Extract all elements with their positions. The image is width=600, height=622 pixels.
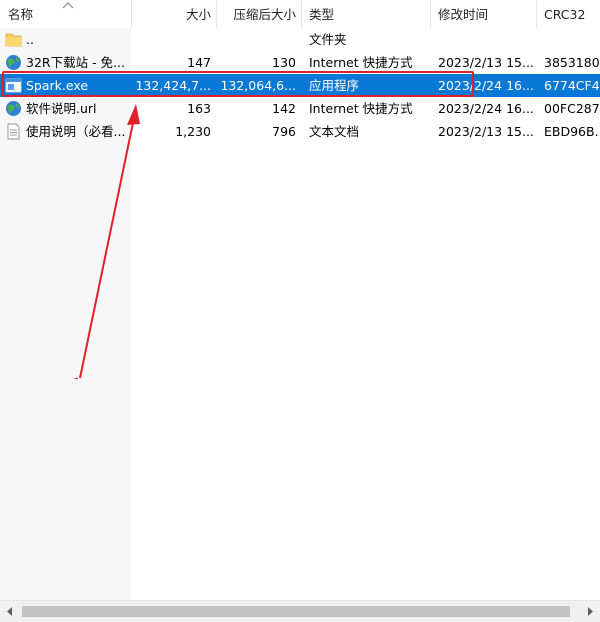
file-packed-size: 142 — [272, 101, 296, 116]
archive-file-list: 名称 大小 压缩后大小 类型 修改时间 CRC32 .. 文件夹 32R下载站 … — [0, 0, 600, 622]
column-divider[interactable] — [430, 0, 431, 28]
file-size: 163 — [187, 101, 211, 116]
sort-ascending-icon — [62, 2, 74, 9]
column-header-crc32[interactable]: CRC32 — [540, 0, 600, 28]
annotation-mark: - — [74, 371, 79, 386]
file-size: 1,230 — [175, 124, 211, 139]
file-crc32: 6774CF4 — [544, 78, 600, 93]
scroll-left-icon[interactable] — [0, 601, 20, 622]
list-item[interactable]: 使用说明（必看... 1,230 796 文本文档 2023/2/13 15..… — [0, 120, 600, 143]
list-item-parent-folder[interactable]: .. 文件夹 — [0, 28, 600, 51]
folder-icon — [5, 33, 22, 47]
list-item[interactable]: 软件说明.url 163 142 Internet 快捷方式 2023/2/24… — [0, 97, 600, 120]
column-header-name[interactable]: 名称 — [4, 0, 64, 28]
file-name: 使用说明（必看... — [26, 124, 126, 139]
file-crc32: 3853180 — [544, 55, 600, 70]
file-crc32: EBD96B. — [544, 124, 599, 139]
column-header-modified[interactable]: 修改时间 — [434, 0, 534, 28]
highlight-box — [2, 71, 474, 97]
file-modified: 2023/2/24 16... — [438, 101, 534, 116]
file-type: Internet 快捷方式 — [309, 101, 413, 116]
file-type: 文件夹 — [309, 32, 347, 47]
scroll-right-icon[interactable] — [580, 601, 600, 622]
column-header: 名称 大小 压缩后大小 类型 修改时间 CRC32 — [0, 0, 600, 28]
file-modified: 2023/2/13 15... — [438, 124, 534, 139]
globe-icon — [6, 55, 21, 70]
scrollbar-thumb[interactable] — [22, 606, 570, 617]
column-divider[interactable] — [301, 0, 302, 28]
file-name: 软件说明.url — [26, 101, 97, 116]
column-divider[interactable] — [536, 0, 537, 28]
horizontal-scrollbar[interactable] — [0, 600, 600, 622]
column-header-packed-size[interactable]: 压缩后大小 — [216, 0, 300, 28]
globe-icon — [6, 101, 21, 116]
column-header-size[interactable]: 大小 — [131, 0, 215, 28]
file-crc32: 00FC287 — [544, 101, 600, 116]
text-file-icon — [7, 123, 20, 140]
file-name: .. — [26, 32, 34, 47]
file-type: 文本文档 — [309, 124, 360, 139]
file-packed-size: 796 — [272, 124, 296, 139]
column-header-type[interactable]: 类型 — [305, 0, 425, 28]
